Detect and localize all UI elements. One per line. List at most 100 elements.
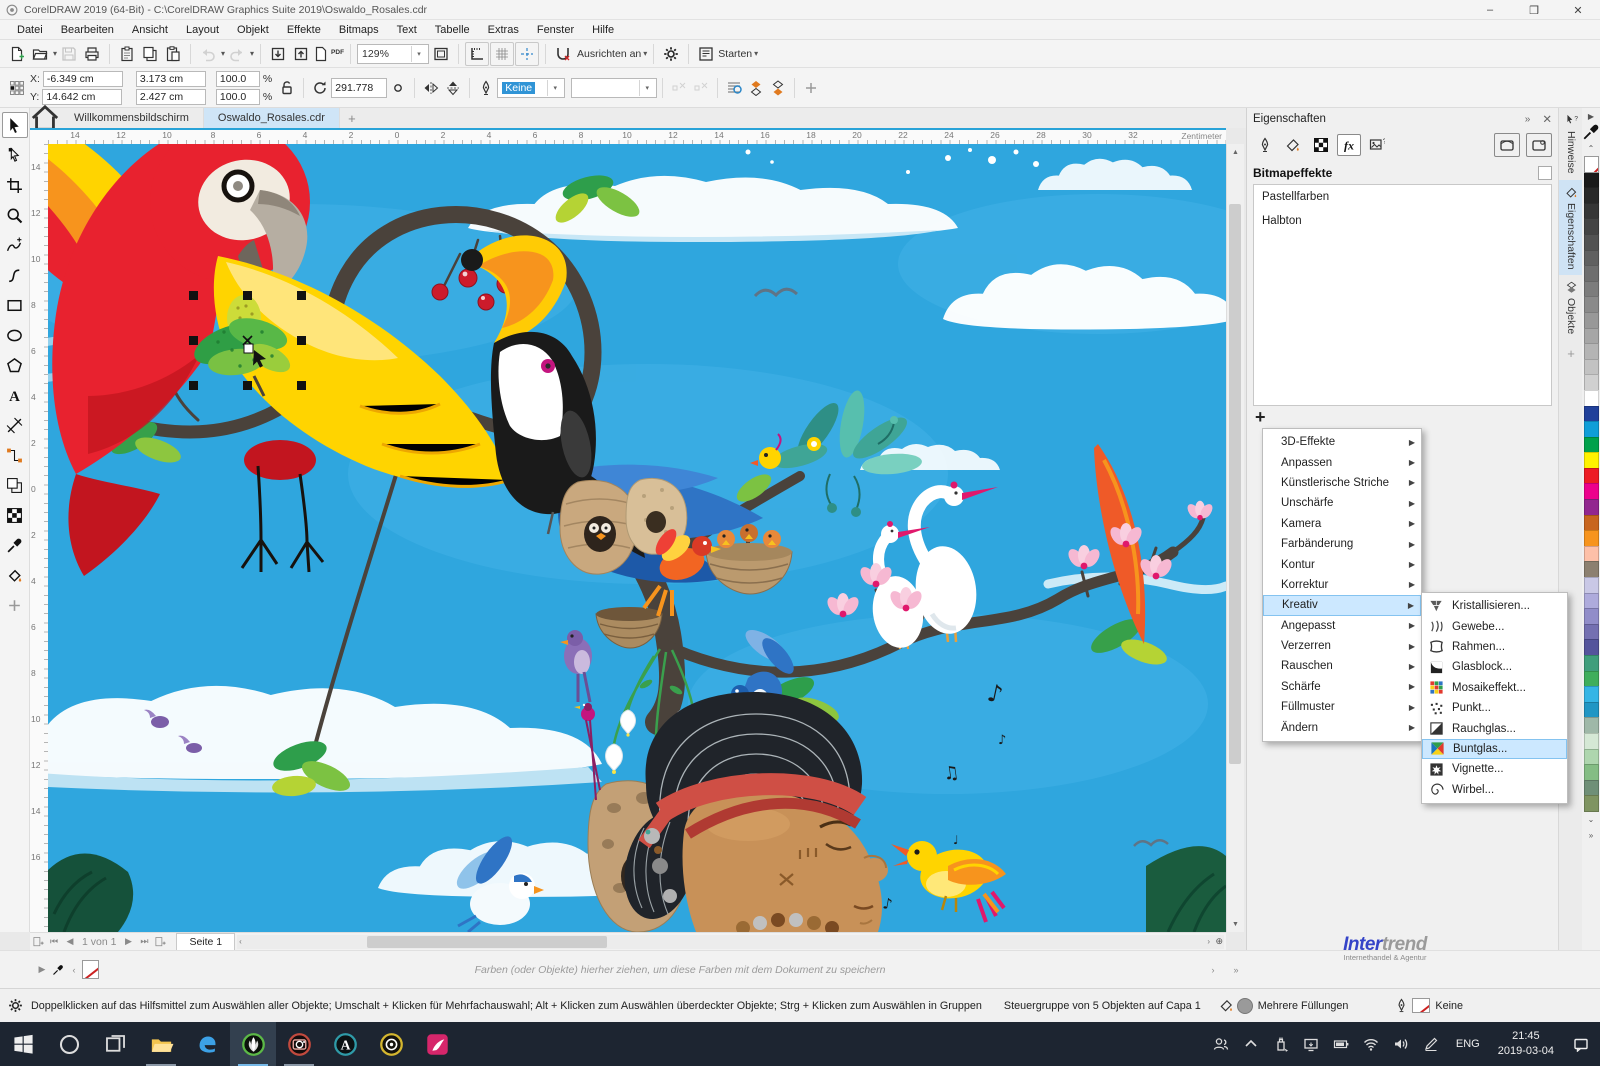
tray-wifi[interactable] — [1356, 1022, 1386, 1066]
color-swatch[interactable] — [1584, 515, 1599, 532]
docker-close-icon[interactable]: ✕ — [1542, 112, 1552, 126]
menu-fenster[interactable]: Fenster — [528, 22, 583, 38]
publish-pdf-button[interactable]: PDF — [313, 43, 344, 65]
docker-collapse-icon[interactable]: » — [1525, 114, 1531, 125]
tab-document[interactable]: Oswaldo_Rosales.cdr — [204, 108, 340, 128]
tray-penink[interactable] — [1416, 1022, 1446, 1066]
menu-objekt[interactable]: Objekt — [228, 22, 278, 38]
tray-chevup[interactable] — [1236, 1022, 1266, 1066]
creative-submenu-item[interactable]: Wirbel... — [1422, 780, 1567, 800]
text-tool[interactable]: A — [2, 382, 28, 408]
scroll-up-arrow[interactable]: ▲ — [1227, 144, 1244, 160]
font-manager-app[interactable]: A — [322, 1022, 368, 1066]
effects-menu-item[interactable]: Korrektur▶ — [1263, 575, 1421, 595]
effects-menu-item[interactable]: Angepasst▶ — [1263, 616, 1421, 636]
color-swatch[interactable] — [1584, 624, 1599, 641]
creative-submenu-item[interactable]: Kristallisieren... — [1422, 596, 1567, 616]
new-tab-button[interactable]: + — [340, 108, 364, 128]
ellipse-tool[interactable] — [2, 322, 28, 348]
color-swatch[interactable] — [1584, 468, 1599, 485]
open-button[interactable] — [29, 43, 51, 65]
import-button[interactable] — [267, 43, 289, 65]
search-button[interactable] — [46, 1022, 92, 1066]
menu-extras[interactable]: Extras — [479, 22, 528, 38]
color-swatch[interactable] — [1584, 406, 1599, 423]
frame-summary-icon[interactable] — [1494, 133, 1520, 157]
color-swatch[interactable] — [1584, 328, 1599, 345]
fill-section-icon[interactable] — [1281, 134, 1305, 156]
snap-off-button[interactable] — [552, 43, 574, 65]
effect-list-item[interactable]: Halbton — [1254, 209, 1551, 233]
interactive-fill-tool[interactable] — [2, 562, 28, 588]
object-width-field[interactable]: 3.173 cm — [136, 71, 206, 87]
coreldraw-app[interactable] — [230, 1022, 276, 1066]
palette-eyedropper-icon[interactable] — [1582, 124, 1600, 140]
color-swatch[interactable] — [1584, 343, 1599, 360]
action-center-icon[interactable] — [1566, 1022, 1596, 1066]
color-swatch[interactable] — [1584, 749, 1599, 766]
outline-width-combo[interactable]: Keine▾ — [497, 78, 565, 98]
add-page-before-button[interactable] — [30, 934, 46, 950]
task-view-button[interactable] — [92, 1022, 138, 1066]
color-swatch[interactable] — [1584, 764, 1599, 781]
file-explorer[interactable] — [138, 1022, 184, 1066]
color-swatch[interactable] — [1584, 561, 1599, 578]
launch-label[interactable]: Starten — [718, 48, 752, 60]
menu-ansicht[interactable]: Ansicht — [123, 22, 177, 38]
creative-submenu-item[interactable]: Rauchglas... — [1422, 718, 1567, 738]
add-effect-button[interactable]: + — [1255, 410, 1266, 424]
no-color-swatch[interactable] — [1584, 156, 1599, 173]
rotation-angle-field[interactable]: 291.778 — [331, 78, 387, 98]
color-swatch[interactable] — [1584, 593, 1599, 610]
menu-effekte[interactable]: Effekte — [278, 22, 330, 38]
copy-button[interactable] — [139, 43, 161, 65]
creative-submenu-item[interactable]: Vignette... — [1422, 759, 1567, 779]
add-property-button[interactable] — [800, 77, 822, 99]
freehand-tool[interactable] — [2, 232, 28, 258]
crop-tool[interactable] — [2, 172, 28, 198]
effects-menu-item[interactable]: Schärfe▶ — [1263, 677, 1421, 697]
transparency-section-icon[interactable] — [1309, 134, 1333, 156]
color-swatch[interactable] — [1584, 546, 1599, 563]
color-swatch[interactable] — [1584, 312, 1599, 329]
show-grid-button[interactable] — [490, 42, 514, 66]
rectangle-tool[interactable] — [2, 292, 28, 318]
effects-menu-item[interactable]: Verzerren▶ — [1263, 636, 1421, 656]
docker-tab-objekte[interactable]: Objekte — [1559, 275, 1583, 340]
shape-tool[interactable] — [2, 142, 28, 168]
creative-submenu-item[interactable]: Mosaikeffekt... — [1422, 678, 1567, 698]
effects-menu-item[interactable]: Kontur▶ — [1263, 554, 1421, 574]
docpalette-scroll-left[interactable]: ‹ — [66, 962, 82, 978]
mirror-horizontal-button[interactable] — [420, 77, 442, 99]
color-swatch[interactable] — [1584, 608, 1599, 625]
launch-button[interactable] — [695, 43, 717, 65]
hscroll-right-arrow[interactable]: › — [1207, 937, 1210, 946]
scale-y-field[interactable]: 100.0 — [216, 89, 260, 105]
color-swatch[interactable] — [1584, 733, 1599, 750]
start-button[interactable] — [0, 1022, 46, 1066]
x-position-field[interactable]: -6.349 cm — [43, 71, 123, 87]
tray-volume[interactable] — [1386, 1022, 1416, 1066]
export-button[interactable] — [290, 43, 312, 65]
scroll-down-arrow[interactable]: ▼ — [1227, 916, 1244, 932]
drop-shadow-tool[interactable] — [2, 472, 28, 498]
close-button[interactable]: ✕ — [1556, 0, 1600, 20]
capture-app[interactable] — [368, 1022, 414, 1066]
color-swatch[interactable] — [1584, 234, 1599, 251]
edge-browser[interactable] — [184, 1022, 230, 1066]
palette-expand[interactable]: » — [1582, 828, 1600, 844]
docpalette-scroll-right[interactable]: › — [1205, 962, 1221, 978]
effects-menu-item[interactable]: Kreativ▶ — [1263, 595, 1421, 615]
drawing-canvas[interactable]: ♪ ♫ ♪ ♪ ♩ — [48, 144, 1226, 932]
docpalette-expand[interactable]: » — [1228, 962, 1244, 978]
delete-nodes-button[interactable] — [668, 77, 690, 99]
bitmap-section-icon[interactable]: ? — [1365, 134, 1389, 156]
color-swatch[interactable] — [1584, 421, 1599, 438]
menu-bitmaps[interactable]: Bitmaps — [330, 22, 388, 38]
outline-section-icon[interactable] — [1253, 134, 1277, 156]
effects-menu-item[interactable]: Füllmuster▶ — [1263, 697, 1421, 717]
hscroll-left-arrow[interactable]: ‹ — [239, 937, 242, 946]
menu-hilfe[interactable]: Hilfe — [583, 22, 623, 38]
previous-page-button[interactable]: ◀ — [62, 934, 78, 950]
effects-menu-item[interactable]: Anpassen▶ — [1263, 452, 1421, 472]
